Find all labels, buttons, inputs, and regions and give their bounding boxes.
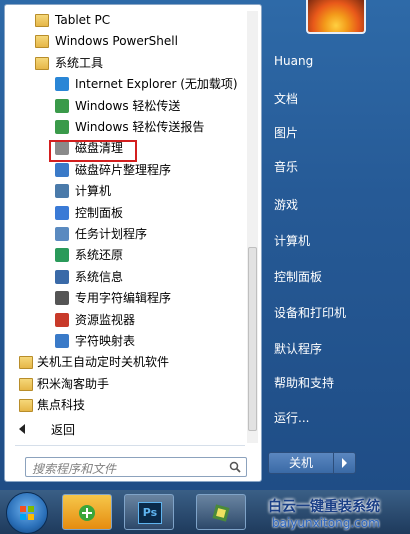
char-map-icon — [55, 334, 69, 348]
search-input[interactable]: 搜索程序和文件 — [25, 457, 247, 477]
folder-icon — [35, 56, 49, 70]
right-menu-item[interactable]: 文档 — [274, 90, 298, 107]
back-arrow-icon — [19, 424, 25, 434]
shutdown-options-button[interactable] — [334, 452, 356, 474]
watermark-title: 白云一键重装系统 — [268, 499, 380, 515]
program-label: 磁盘碎片整理程序 — [75, 162, 172, 177]
watermark: 白云一键重装系统 baiyunxitong.com — [258, 496, 408, 532]
scrollbar[interactable] — [247, 11, 258, 443]
computer-icon — [55, 184, 69, 199]
program-label: 关机王自动定时关机软件 — [37, 355, 170, 370]
user-avatar[interactable] — [306, 0, 366, 34]
program-label: 控制面板 — [75, 205, 124, 220]
program-label: Windows 轻松传送报告 — [75, 120, 205, 134]
program-label: Windows 轻松传送 — [75, 98, 181, 113]
program-label: Tablet PC — [55, 13, 111, 27]
right-menu-item[interactable]: 运行... — [274, 409, 309, 426]
photoshop-icon: Ps — [138, 502, 162, 524]
program-label: 资源监视器 — [75, 312, 136, 327]
right-menu-item[interactable]: Huang — [274, 54, 313, 68]
task-scheduler-icon — [55, 227, 69, 241]
program-label: 字符映射表 — [75, 334, 136, 348]
folder-icon — [35, 14, 49, 27]
programs-pane: Tablet PC Windows PowerShell 系统工具 Internet … — [4, 4, 262, 482]
program-label: 任务计划程序 — [75, 227, 148, 241]
transfer-icon — [55, 98, 69, 113]
back-button[interactable]: 返回 — [5, 417, 245, 441]
taskbar-app-tool[interactable] — [196, 494, 246, 530]
program-label: 系统还原 — [75, 248, 124, 263]
system-info-icon — [55, 269, 69, 284]
resource-monitor-icon — [55, 312, 69, 327]
watermark-url: baiyunxitong.com — [272, 516, 380, 530]
right-menu-item[interactable]: 计算机 — [274, 232, 310, 249]
shutdown-button[interactable]: 关机 — [268, 452, 334, 474]
program-label: 积米淘客助手 — [37, 376, 110, 391]
program-label: 计算机 — [75, 184, 112, 199]
right-menu-item[interactable]: 设备和打印机 — [274, 304, 346, 321]
char-editor-icon — [55, 291, 69, 306]
defrag-icon — [55, 162, 69, 177]
windows-logo-icon — [20, 506, 34, 520]
highlight-annotation — [49, 140, 137, 162]
tool-app-icon — [212, 504, 230, 522]
search-placeholder: 搜索程序和文件 — [32, 462, 117, 476]
scrollbar-thumb[interactable] — [248, 247, 257, 431]
control-panel-icon — [55, 205, 69, 220]
divider — [15, 445, 245, 446]
folder-icon — [19, 356, 33, 370]
program-label: Internet Explorer (无加载项) — [75, 77, 238, 92]
program-label: 专用字符编辑程序 — [75, 291, 172, 306]
transfer-report-icon — [55, 120, 69, 134]
folder-icon — [19, 377, 33, 391]
chevron-right-icon — [342, 458, 347, 468]
search-icon[interactable] — [229, 461, 241, 473]
ie-icon — [55, 77, 69, 92]
program-label: 系统工具 — [55, 55, 104, 70]
browser-icon — [79, 505, 95, 521]
right-menu-item[interactable]: 默认程序 — [274, 340, 322, 357]
program-label: Windows PowerShell — [55, 34, 178, 49]
right-menu-item[interactable]: 控制面板 — [274, 268, 322, 285]
taskbar-app-photoshop[interactable]: Ps — [124, 494, 174, 530]
start-button[interactable] — [6, 492, 48, 534]
program-label: 系统信息 — [75, 269, 124, 284]
folder-icon — [19, 399, 33, 413]
system-restore-icon — [55, 248, 69, 263]
right-menu-item[interactable]: 游戏 — [274, 196, 298, 213]
taskbar-app-browser[interactable] — [62, 494, 112, 530]
program-label: 焦点科技 — [37, 398, 86, 413]
back-label: 返回 — [51, 423, 76, 437]
right-menu-item[interactable]: 帮助和支持 — [274, 374, 334, 391]
right-menu-item[interactable]: 图片 — [274, 124, 298, 141]
folder-icon — [35, 35, 49, 49]
right-menu-item[interactable]: 音乐 — [274, 158, 298, 175]
